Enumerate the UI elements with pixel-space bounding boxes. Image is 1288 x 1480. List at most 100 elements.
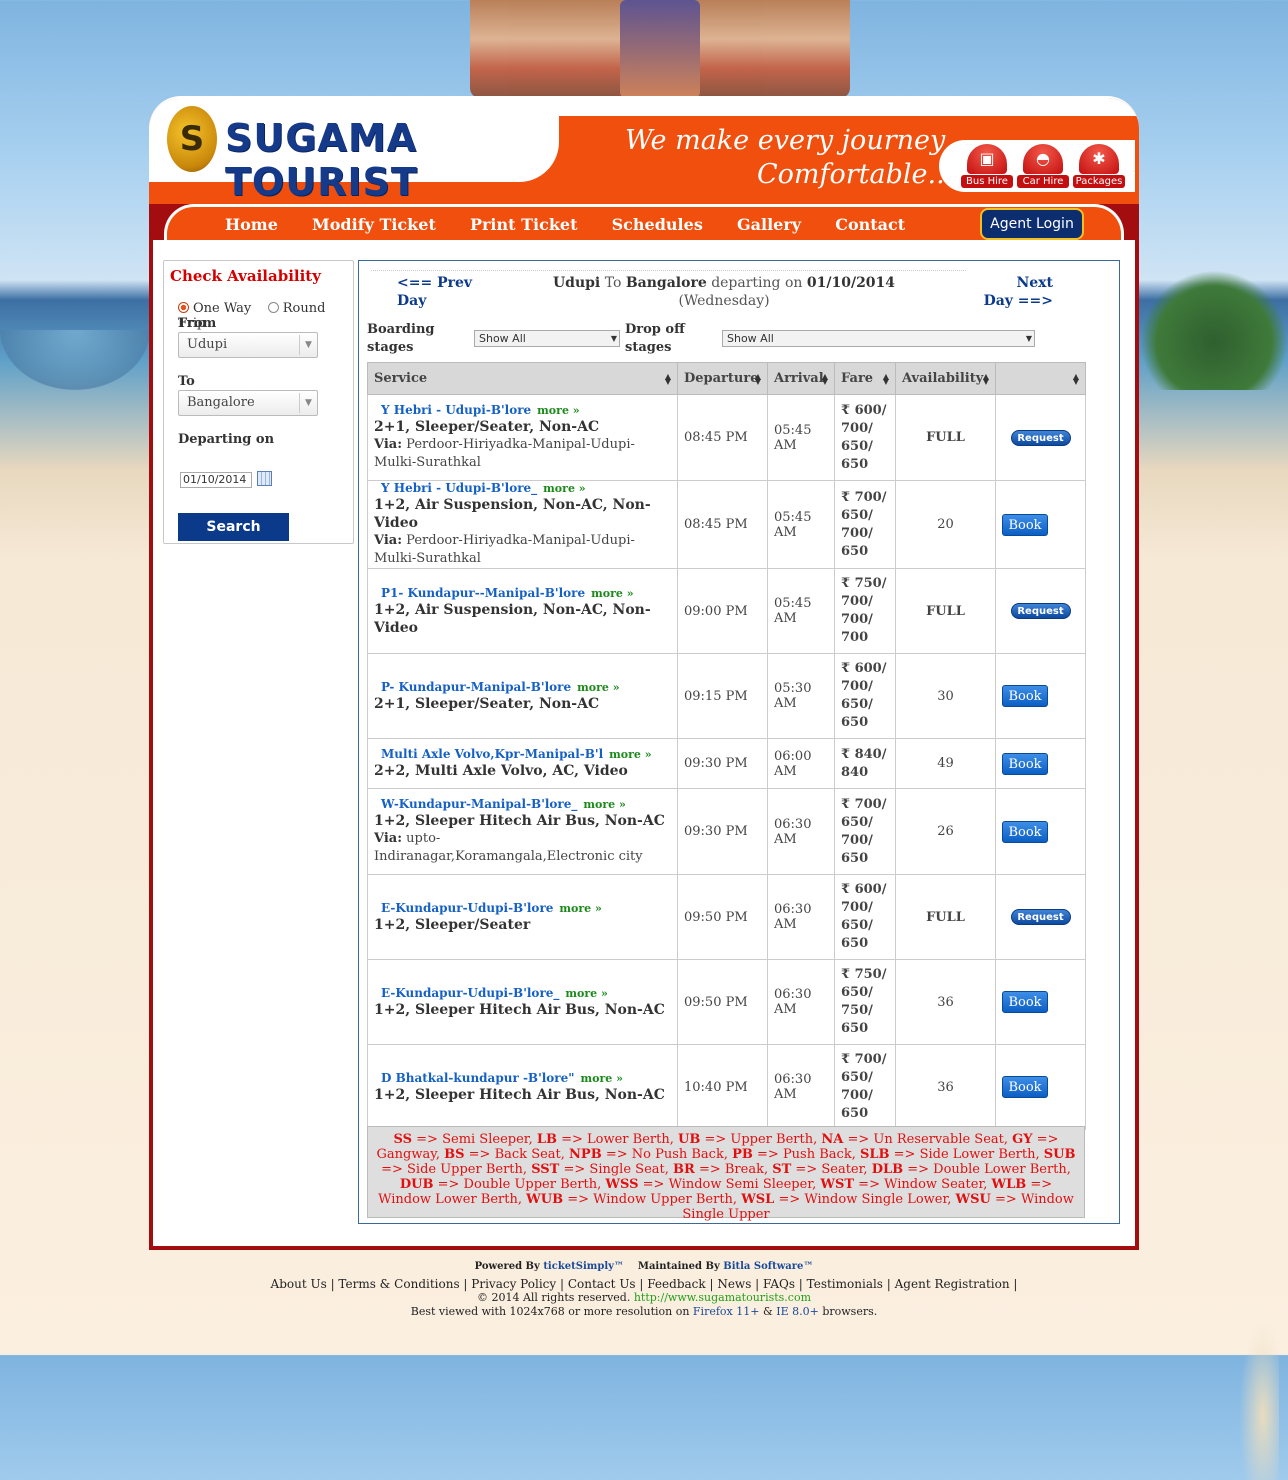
legend-code: SS — [393, 1132, 413, 1147]
service-name-link[interactable]: E-Kundapur-Udupi-B'lore_ — [374, 986, 559, 1000]
more-link[interactable]: more » — [583, 798, 625, 811]
service-cell: Y Hebri - Udupi-B'lore_ more » 1+2, Air S… — [367, 480, 678, 569]
book-button[interactable]: Book — [1002, 513, 1048, 536]
more-link[interactable]: more » — [577, 681, 619, 694]
dropoff-label: Drop off stages — [625, 322, 685, 355]
firefox-link[interactable]: Firefox 11+ — [693, 1305, 760, 1318]
car-hire-button[interactable]: ◓ Car Hire — [1017, 144, 1069, 188]
date-input[interactable]: 01/10/2014 — [180, 472, 252, 488]
book-button[interactable]: Book — [1002, 752, 1048, 775]
footer-link[interactable]: Privacy Policy — [471, 1277, 556, 1291]
book-button[interactable]: Book — [1002, 991, 1048, 1013]
nav-home[interactable]: Home — [225, 215, 278, 234]
sea-background — [0, 330, 150, 390]
legend-meaning: Upper Berth — [730, 1132, 814, 1147]
col-departure[interactable]: Departure ▲ ▼ — [677, 362, 768, 395]
more-link[interactable]: more » — [581, 1072, 623, 1085]
more-link[interactable]: more » — [565, 987, 607, 1000]
request-button[interactable]: Request — [1010, 909, 1071, 925]
agent-login-button[interactable]: Agent Login — [980, 208, 1084, 240]
chevron-down-icon: ▼ — [610, 334, 617, 343]
more-link[interactable]: more » — [559, 902, 601, 915]
service-name-link[interactable]: P- Kundapur-Manipal-B'lore — [374, 680, 571, 694]
footer-link[interactable]: Terms & Conditions — [338, 1277, 459, 1291]
service-name-link[interactable]: Y Hebri - Udupi-B'lore_ — [374, 481, 537, 495]
prev-day-link[interactable]: <== Prev Day — [397, 274, 497, 310]
legend-meaning: Window Lower Berth — [378, 1192, 518, 1207]
col-action[interactable]: ▲ ▼ — [995, 362, 1086, 395]
more-link[interactable]: more » — [591, 587, 633, 600]
nav-gallery[interactable]: Gallery — [737, 215, 801, 234]
more-link[interactable]: more » — [537, 404, 579, 417]
logo[interactable]: S SUGAMA TOURIST — [149, 98, 559, 204]
more-link[interactable]: more » — [609, 748, 651, 761]
packages-label: Packages — [1073, 175, 1125, 188]
legend-meaning: Single Seat — [589, 1162, 665, 1177]
one-way-radio[interactable]: One Way — [178, 301, 251, 316]
service-name-link[interactable]: W-Kundapur-Manipal-B'lore_ — [374, 797, 577, 811]
col-arrival-label: Arrival — [774, 371, 824, 386]
nav-contact[interactable]: Contact — [835, 215, 905, 234]
next-day-link[interactable]: Next Day ==> — [983, 274, 1053, 310]
col-availability[interactable]: Availability ▲ ▼ — [895, 362, 996, 395]
arrival-cell: 05:45 AM — [767, 394, 835, 481]
ie-link[interactable]: IE 8.0+ — [776, 1305, 819, 1318]
boarding-select[interactable]: Show All ▼ — [474, 330, 620, 347]
bitla-link[interactable]: Bitla Software™ — [723, 1261, 813, 1272]
bus-hire-button[interactable]: ▣ Bus Hire — [961, 144, 1013, 188]
main-nav: Home Modify Ticket Print Ticket Schedule… — [149, 204, 1139, 240]
search-button[interactable]: Search — [178, 513, 289, 541]
site-url-link[interactable]: http://www.sugamatourists.com — [634, 1291, 811, 1304]
calendar-icon[interactable] — [257, 471, 272, 486]
legend-meaning: No Push Back — [631, 1147, 724, 1162]
nav-schedules[interactable]: Schedules — [612, 215, 703, 234]
book-button[interactable]: Book — [1002, 685, 1048, 707]
table-row: E-Kundapur-Udupi-B'lore more » 1+2, Sleep… — [367, 874, 1086, 960]
route-heading: Udupi To Bangalore departing on 01/10/20… — [549, 274, 899, 310]
availability-cell: FULL — [895, 394, 996, 481]
footer-link[interactable]: Agent Registration — [895, 1277, 1010, 1291]
dropoff-select[interactable]: Show All ▼ — [722, 330, 1035, 347]
availability-cell: 36 — [895, 1044, 996, 1130]
footer-link[interactable]: News — [717, 1277, 751, 1291]
more-link[interactable]: more » — [543, 482, 585, 495]
departure-cell: 09:30 PM — [677, 738, 768, 789]
footer-link[interactable]: FAQs — [763, 1277, 795, 1291]
legend-code: GY — [1012, 1132, 1033, 1147]
packages-button[interactable]: ✱ Packages — [1073, 144, 1125, 188]
fare-cell: ₹ 600/ 700/ 650/ 650 — [834, 653, 896, 739]
service-name-link[interactable]: D Bhatkal-kundapur -B'lore" — [374, 1071, 575, 1085]
service-name-link[interactable]: E-Kundapur-Udupi-B'lore — [374, 901, 553, 915]
ticketsimply-link[interactable]: ticketSimply™ — [543, 1261, 624, 1272]
arrival-cell: 06:30 AM — [767, 788, 835, 875]
col-fare[interactable]: Fare ▲ ▼ — [834, 362, 896, 395]
request-button[interactable]: Request — [1010, 603, 1071, 619]
service-name-link[interactable]: P1- Kundapur--Manipal-B'lore — [374, 586, 585, 600]
footer-link[interactable]: Testimonials — [807, 1277, 883, 1291]
legend-item: SLB => Side Lower Berth, — [859, 1147, 1044, 1162]
book-button[interactable]: Book — [1002, 1076, 1048, 1098]
service-name-link[interactable]: Multi Axle Volvo,Kpr-Manipal-B'l — [374, 747, 603, 761]
legend-code: WSS — [605, 1177, 639, 1192]
action-cell: Book — [995, 788, 1086, 875]
col-arrival[interactable]: Arrival ▲ ▼ — [767, 362, 835, 395]
powered-by: Powered By ticketSimply™ Maintained By B… — [0, 1260, 1288, 1274]
footer-link[interactable]: About Us — [271, 1277, 327, 1291]
footer-link[interactable]: Contact Us — [568, 1277, 636, 1291]
legend-item: BS => Back Seat, — [444, 1147, 570, 1162]
col-service[interactable]: Service ▲ ▼ — [367, 362, 678, 395]
footer-link[interactable]: Feedback — [647, 1277, 705, 1291]
service-name-link[interactable]: Y Hebri - Udupi-B'lore — [374, 403, 531, 417]
action-cell: Book — [995, 959, 1086, 1045]
table-row: D Bhatkal-kundapur -B'lore" more » 1+2, S… — [367, 1044, 1086, 1130]
book-button[interactable]: Book — [1002, 820, 1048, 843]
request-button[interactable]: Request — [1010, 429, 1071, 446]
from-select[interactable]: Udupi ▼ — [178, 332, 318, 358]
table-row: W-Kundapur-Manipal-B'lore_ more » 1+2, Sl… — [367, 788, 1086, 875]
tagline-line-2: Comfortable... — [757, 159, 954, 190]
bus-hire-label: Bus Hire — [961, 175, 1013, 188]
to-select[interactable]: Bangalore ▼ — [178, 390, 318, 416]
nav-print-ticket[interactable]: Print Ticket — [470, 215, 578, 234]
fare-cell: ₹ 700/ 650/ 700/ 650 — [834, 480, 896, 569]
nav-modify-ticket[interactable]: Modify Ticket — [312, 215, 436, 234]
